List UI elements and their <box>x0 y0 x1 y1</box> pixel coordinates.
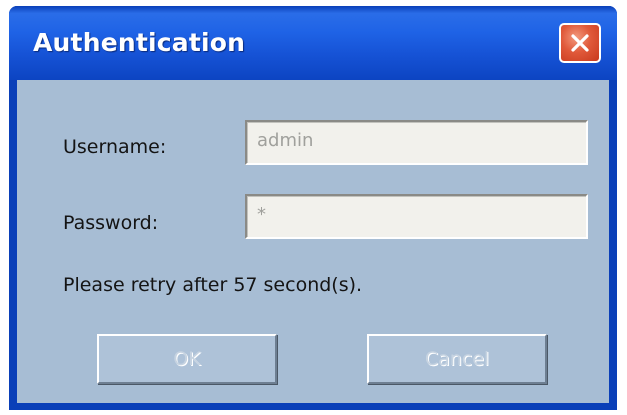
retry-message: Please retry after 57 second(s). <box>63 274 363 296</box>
username-field[interactable]: admin <box>245 120 588 165</box>
window-bottom-border <box>9 403 617 410</box>
dialog-title: Authentication <box>33 28 246 57</box>
password-field[interactable]: * <box>245 194 588 239</box>
password-label: Password: <box>63 212 159 234</box>
close-x-icon <box>569 32 591 54</box>
dialog-body: Username: admin Password: * Please retry… <box>17 80 609 403</box>
close-button[interactable] <box>559 23 601 63</box>
title-bar[interactable]: Authentication <box>9 6 617 80</box>
authentication-dialog: Authentication Username: admin Password:… <box>9 6 617 410</box>
username-label: Username: <box>63 136 167 158</box>
ok-button[interactable]: OK <box>97 334 277 384</box>
cancel-button[interactable]: Cancel <box>367 334 547 384</box>
